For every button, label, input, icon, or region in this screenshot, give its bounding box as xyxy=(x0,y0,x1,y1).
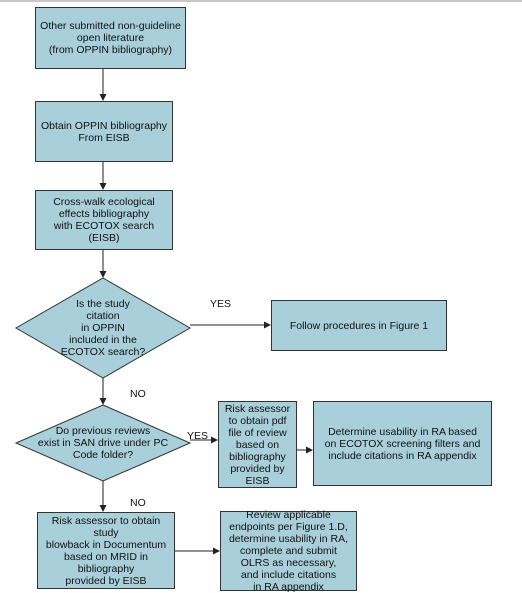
edge-label-yes-2: YES xyxy=(187,430,209,442)
node-start-text: Other submitted non-guideline open liter… xyxy=(40,20,181,56)
node-blowback-text: Risk assessor to obtain study blowback i… xyxy=(45,514,167,587)
decision1-text: Is the study citation in OPPIN included … xyxy=(60,298,146,358)
edge-label-no-1: NO xyxy=(130,388,146,400)
node-determine: Determine usability in RA based on ECOTO… xyxy=(313,401,492,486)
node-follow: Follow procedures in Figure 1 xyxy=(271,300,447,351)
node-obtain: Obtain OPPIN bibliography From EISB xyxy=(35,101,173,162)
decision2-text-wrap: Do previous reviews exist in SAN drive u… xyxy=(30,424,176,462)
node-determine-text: Determine usability in RA based on ECOTO… xyxy=(324,425,481,462)
decision2-text: Do previous reviews exist in SAN drive u… xyxy=(37,425,169,461)
node-review: Review applicable endpoints per Figure 1… xyxy=(220,509,357,593)
node-blowback: Risk assessor to obtain study blowback i… xyxy=(37,512,175,589)
node-obtain-text: Obtain OPPIN bibliography From EISB xyxy=(40,119,168,144)
edge-label-no-2: NO xyxy=(130,497,146,509)
node-pdf-text: Risk assessor to obtain pdf file of revi… xyxy=(224,402,291,487)
node-follow-text: Follow procedures in Figure 1 xyxy=(289,319,429,332)
edge-label-yes-1: YES xyxy=(210,298,232,310)
node-start: Other submitted non-guideline open liter… xyxy=(35,7,186,69)
node-pdf: Risk assessor to obtain pdf file of revi… xyxy=(218,401,297,488)
node-crosswalk: Cross-walk ecological effects bibliograp… xyxy=(35,190,173,250)
decision1-text-wrap: Is the study citation in OPPIN included … xyxy=(50,295,156,361)
node-crosswalk-text: Cross-walk ecological effects bibliograp… xyxy=(53,196,155,244)
node-review-text: Review applicable endpoints per Figure 1… xyxy=(228,509,349,593)
